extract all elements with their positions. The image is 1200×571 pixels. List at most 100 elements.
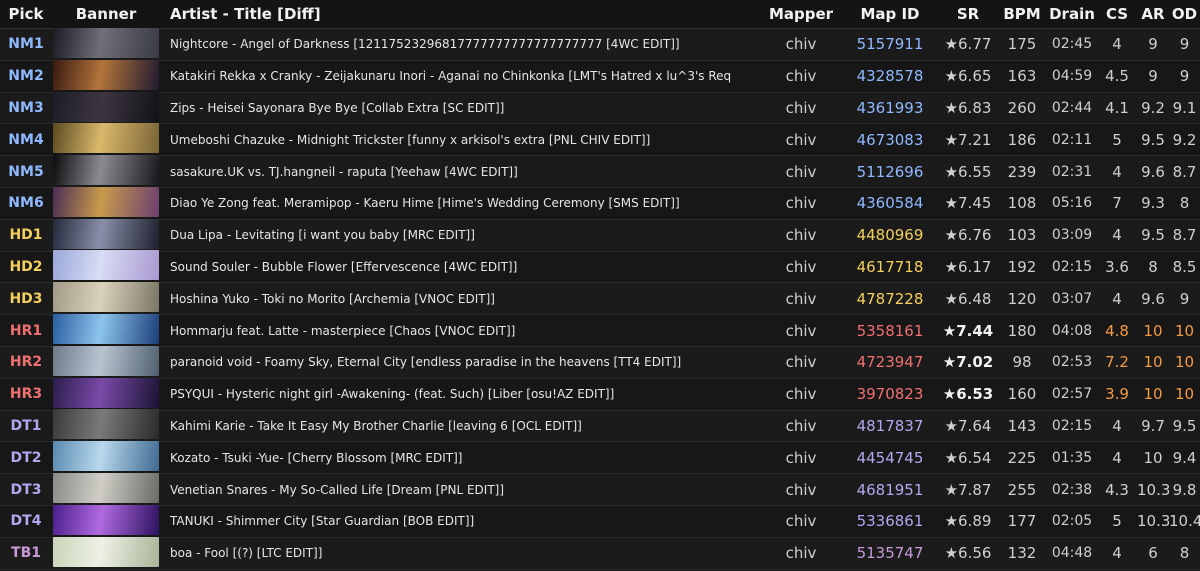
cs-value: 4.3 — [1105, 480, 1129, 499]
drain-value: 02:31 — [1051, 163, 1093, 180]
bpm-value: 132 — [1007, 544, 1037, 563]
table-row: NM6 Diao Ye Zong feat. Meramipop - Kaeru… — [0, 186, 1200, 220]
cs-value: 4 — [1112, 416, 1122, 435]
od-value: 9.8 — [1172, 480, 1197, 499]
mapper-name: chiv — [785, 226, 817, 245]
banner-image — [53, 314, 159, 345]
map-id-link[interactable]: 4360584 — [841, 194, 939, 212]
header-cs: CS — [1105, 5, 1129, 23]
map-title: Hoshina Yuko - Toki no Morito [Archemia … — [170, 291, 495, 306]
map-id-link[interactable]: 5358161 — [841, 322, 939, 340]
pick-label: DT4 — [10, 513, 42, 530]
ar-value: 10 — [1143, 385, 1163, 404]
map-id-link[interactable]: 4617718 — [841, 258, 939, 276]
banner-cell — [52, 91, 166, 126]
ar-value: 8 — [1148, 257, 1158, 276]
drain-value: 04:08 — [1051, 322, 1093, 339]
map-id-link[interactable]: 4817837 — [841, 417, 939, 435]
ar-value: 10.3 — [1137, 480, 1169, 499]
ar-value: 9 — [1148, 35, 1158, 54]
banner-image — [53, 91, 159, 122]
mapper-name: chiv — [785, 130, 817, 149]
drain-value: 02:45 — [1051, 36, 1093, 53]
map-title: Sound Souler - Bubble Flower [Effervesce… — [170, 259, 518, 274]
bpm-value: 98 — [1012, 353, 1032, 372]
map-id-link[interactable]: 5112696 — [841, 163, 939, 181]
table-row: HR1 Hommarju feat. Latte - masterpiece [… — [0, 314, 1200, 347]
map-id-link[interactable]: 4723947 — [841, 353, 939, 371]
od-value: 9.5 — [1172, 416, 1197, 435]
banner-image — [53, 441, 159, 472]
map-id-link[interactable]: 4480969 — [841, 226, 939, 244]
ar-value: 6 — [1148, 544, 1158, 563]
map-title: paranoid void - Foamy Sky, Eternal City … — [170, 355, 682, 370]
pick-label: HR3 — [9, 386, 43, 403]
table-row: NM1 Nightcore - Angel of Darkness [12117… — [0, 27, 1200, 61]
map-id-link[interactable]: 5135747 — [841, 544, 939, 562]
banner-image — [53, 345, 159, 376]
bpm-value: 163 — [1007, 67, 1037, 86]
star-rating: ★6.89 — [944, 512, 992, 531]
cs-value: 7.2 — [1105, 353, 1129, 372]
table-row: NM3 Zips - Heisei Sayonara Bye Bye [Coll… — [0, 91, 1200, 126]
map-id-link[interactable]: 3970823 — [841, 385, 939, 403]
banner-cell — [52, 218, 166, 253]
drain-value: 02:15 — [1051, 258, 1093, 275]
map-id-link[interactable]: 4361993 — [841, 99, 939, 117]
bpm-value: 239 — [1007, 162, 1037, 181]
map-title: sasakure.UK vs. TJ.hangneil - raputa [Ye… — [170, 164, 518, 179]
cs-value: 4 — [1112, 226, 1122, 245]
table-row: HD3 Hoshina Yuko - Toki no Morito [Arche… — [0, 281, 1200, 316]
banner-cell — [52, 59, 166, 94]
od-value: 8.7 — [1172, 162, 1197, 181]
map-id-link[interactable]: 4787228 — [841, 290, 939, 308]
map-id-link[interactable]: 4328578 — [841, 67, 939, 85]
od-value: 8.7 — [1172, 226, 1197, 245]
banner-image — [53, 473, 159, 504]
table-row: HD1 Dua Lipa - Levitating [i want you ba… — [0, 218, 1200, 253]
ar-value: 10.3 — [1137, 512, 1169, 531]
drain-value: 03:07 — [1051, 290, 1093, 307]
table-row: DT3 Venetian Snares - My So-Called Life … — [0, 473, 1200, 506]
bpm-value: 225 — [1007, 448, 1037, 467]
banner-image — [53, 250, 159, 281]
od-value: 9 — [1179, 289, 1190, 308]
ar-value: 10 — [1143, 448, 1163, 467]
header-od: OD — [1171, 5, 1198, 23]
ar-value: 10 — [1143, 353, 1163, 372]
table-body: NM1 Nightcore - Angel of Darkness [12117… — [0, 27, 1200, 571]
banner-cell — [52, 249, 166, 284]
star-rating: ★6.76 — [944, 226, 992, 245]
pick-label: HD2 — [9, 258, 43, 275]
drain-value: 02:57 — [1051, 386, 1093, 403]
banner-cell — [52, 345, 166, 380]
map-title: Diao Ye Zong feat. Meramipop - Kaeru Him… — [170, 196, 680, 211]
map-id-link[interactable]: 5157911 — [841, 35, 939, 53]
drain-value: 02:05 — [1051, 513, 1093, 530]
bpm-value: 120 — [1007, 289, 1037, 308]
map-title: Dua Lipa - Levitating [i want you baby [… — [170, 228, 475, 243]
table-row: DT4 TANUKI - Shimmer City [Star Guardian… — [0, 504, 1200, 538]
header-ar: AR — [1141, 5, 1165, 23]
cs-value: 4.8 — [1105, 321, 1129, 340]
star-rating: ★6.83 — [944, 98, 992, 117]
map-id-link[interactable]: 5336861 — [841, 512, 939, 530]
drain-value: 02:53 — [1051, 354, 1093, 371]
map-id-link[interactable]: 4681951 — [841, 481, 939, 499]
drain-value: 04:48 — [1051, 545, 1093, 562]
header-banner: Banner — [75, 5, 137, 23]
banner-cell — [52, 281, 166, 316]
header-mapper: Mapper — [768, 5, 834, 23]
map-id-link[interactable]: 4454745 — [841, 449, 939, 467]
table-header: Pick Banner Artist - Title [Diff] Mapper… — [0, 0, 1200, 29]
mapper-name: chiv — [785, 98, 817, 117]
star-rating: ★6.48 — [944, 289, 992, 308]
star-rating: ★7.02 — [942, 353, 994, 372]
map-id-link[interactable]: 4673083 — [841, 131, 939, 149]
drain-value: 02:11 — [1051, 131, 1093, 148]
table-row: HR2 paranoid void - Foamy Sky, Eternal C… — [0, 345, 1200, 380]
pick-label: NM6 — [8, 195, 44, 212]
table-row: HD2 Sound Souler - Bubble Flower [Efferv… — [0, 249, 1200, 284]
banner-cell — [52, 536, 166, 571]
cs-value: 3.9 — [1105, 385, 1129, 404]
